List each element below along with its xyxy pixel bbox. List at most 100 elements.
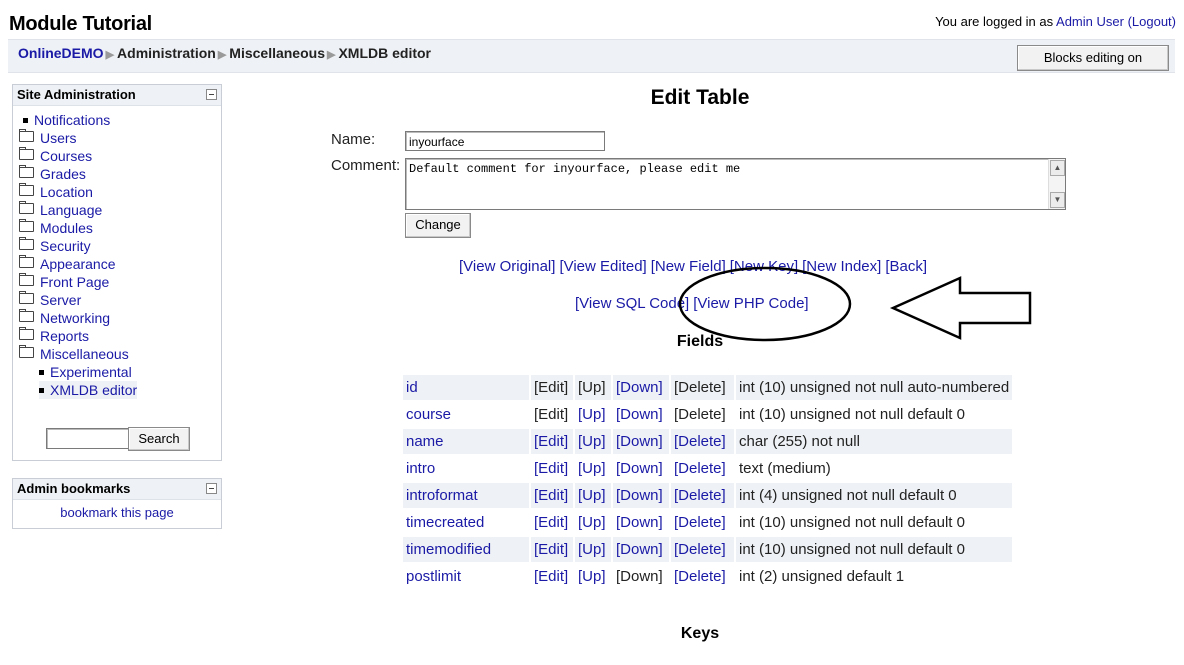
scroll-down-icon[interactable]: ▼ <box>1050 192 1065 208</box>
view-php-code-link[interactable]: [View PHP Code] <box>693 295 808 312</box>
field-name-link[interactable]: introformat <box>403 483 529 508</box>
up-link: [Up] <box>575 375 611 400</box>
sidebar-item-security[interactable]: Security <box>19 237 91 255</box>
up-link[interactable]: [Up] <box>575 537 611 562</box>
up-link[interactable]: [Up] <box>575 483 611 508</box>
down-link[interactable]: [Down] <box>613 537 669 562</box>
collapse-icon[interactable] <box>206 89 217 100</box>
edit-link: [Edit] <box>531 375 573 400</box>
comment-label: Comment: <box>331 157 401 174</box>
delete-link[interactable]: [Delete] <box>671 483 734 508</box>
sidebar-item-reports[interactable]: Reports <box>19 327 89 345</box>
field-description: int (4) unsigned not null default 0 <box>736 483 1013 508</box>
down-link[interactable]: [Down] <box>613 375 669 400</box>
delete-link[interactable]: [Delete] <box>671 456 734 481</box>
sidebar-item-label: XMLDB editor <box>50 382 138 398</box>
sidebar-item-users[interactable]: Users <box>19 129 77 147</box>
up-link[interactable]: [Up] <box>575 429 611 454</box>
up-link[interactable]: [Up] <box>575 510 611 535</box>
table-name-input[interactable]: inyourface <box>405 131 605 151</box>
field-name-link[interactable]: timemodified <box>403 537 529 562</box>
edit-link[interactable]: [Edit] <box>531 510 573 535</box>
sidebar-item-label: Language <box>40 202 103 218</box>
down-link[interactable]: [Down] <box>613 429 669 454</box>
breadcrumb-separator-icon: ▶ <box>105 49 115 61</box>
sidebar-item-label: Reports <box>40 328 90 344</box>
sidebar-item-language[interactable]: Language <box>19 201 102 219</box>
sidebar-item-location[interactable]: Location <box>19 183 93 201</box>
breadcrumb-administration[interactable]: Administration <box>117 45 216 61</box>
field-name-link[interactable]: id <box>403 375 529 400</box>
sidebar-item-label: Courses <box>40 148 93 164</box>
admin-bookmarks-header: Admin bookmarks <box>13 479 221 500</box>
new-key-link[interactable]: [New Key] <box>730 258 798 275</box>
sidebar-item-front-page[interactable]: Front Page <box>19 273 109 291</box>
edit-link[interactable]: [Edit] <box>531 429 573 454</box>
folder-icon <box>19 273 34 286</box>
delete-link[interactable]: [Delete] <box>671 429 734 454</box>
change-button[interactable]: Change <box>405 213 471 238</box>
delete-link[interactable]: [Delete] <box>671 510 734 535</box>
sidebar-item-networking[interactable]: Networking <box>19 309 110 327</box>
action-links-row: [View Original] [View Edited] [New Field][… <box>459 258 931 275</box>
admin-search-input[interactable] <box>46 428 132 449</box>
sidebar-item-label: Server <box>40 292 82 308</box>
bookmark-page-link[interactable]: bookmark this page <box>13 505 221 520</box>
admin-bookmarks-block: Admin bookmarks bookmark this page <box>12 478 222 529</box>
view-edited-link[interactable]: [View Edited] <box>559 258 646 275</box>
user-link[interactable]: Admin User <box>1056 14 1124 29</box>
breadcrumb-miscellaneous[interactable]: Miscellaneous <box>229 45 325 61</box>
comment-textarea[interactable]: Default comment for inyourface, please e… <box>405 158 1066 210</box>
sidebar-item-appearance[interactable]: Appearance <box>19 255 116 273</box>
sidebar-item-notifications[interactable]: Notifications <box>23 111 110 129</box>
down-link[interactable]: [Down] <box>613 483 669 508</box>
blocks-editing-button[interactable]: Blocks editing on <box>1017 45 1169 71</box>
up-link[interactable]: [Up] <box>575 402 611 427</box>
folder-icon <box>19 165 34 178</box>
site-administration-block: Site Administration Notifications Users Co… <box>12 84 222 461</box>
field-name-link[interactable]: name <box>403 429 529 454</box>
down-link[interactable]: [Down] <box>613 402 669 427</box>
breadcrumb-onlinedemo[interactable]: OnlineDEMO <box>18 45 104 61</box>
field-name-link[interactable]: course <box>403 402 529 427</box>
edit-link[interactable]: [Edit] <box>531 456 573 481</box>
sidebar-item-courses[interactable]: Courses <box>19 147 92 165</box>
sidebar-item-grades[interactable]: Grades <box>19 165 86 183</box>
admin-bookmarks-title: Admin bookmarks <box>17 481 131 496</box>
view-sql-code-link[interactable]: [View SQL Code] <box>575 295 689 312</box>
field-name-link[interactable]: intro <box>403 456 529 481</box>
sidebar-item-modules[interactable]: Modules <box>19 219 93 237</box>
scroll-up-icon[interactable]: ▲ <box>1050 160 1065 176</box>
view-original-link[interactable]: [View Original] <box>459 258 555 275</box>
folder-icon <box>19 291 34 304</box>
folder-icon <box>19 219 34 232</box>
sidebar-item-experimental[interactable]: Experimental <box>39 363 132 381</box>
edit-link[interactable]: [Edit] <box>531 537 573 562</box>
comment-scrollbar[interactable]: ▲ ▼ <box>1048 159 1065 209</box>
sidebar-item-xmldb-editor[interactable]: XMLDB editor <box>39 381 138 399</box>
breadcrumb: OnlineDEMO ▶ Administration ▶ Miscellaneous ▶… <box>18 45 431 61</box>
new-index-link[interactable]: [New Index] <box>802 258 881 275</box>
admin-search-button[interactable]: Search <box>128 427 190 451</box>
field-name-link[interactable]: postlimit <box>403 564 529 589</box>
sidebar-item-label: Experimental <box>50 364 132 380</box>
up-link[interactable]: [Up] <box>575 564 611 589</box>
logout-link[interactable]: (Logout) <box>1128 14 1176 29</box>
down-link[interactable]: [Down] <box>613 456 669 481</box>
sidebar-item-server[interactable]: Server <box>19 291 81 309</box>
edit-link[interactable]: [Edit] <box>531 483 573 508</box>
table-row: postlimit [Edit] [Up] [Down] [Delete] int (2)… <box>403 564 1012 589</box>
sidebar-item-miscellaneous[interactable]: Miscellaneous <box>19 345 129 363</box>
fields-heading: Fields <box>676 333 724 350</box>
sidebar-item-label: Location <box>40 184 93 200</box>
delete-link[interactable]: [Delete] <box>671 537 734 562</box>
collapse-icon[interactable] <box>206 483 217 494</box>
edit-link[interactable]: [Edit] <box>531 564 573 589</box>
sidebar-item-label: Appearance <box>40 256 116 272</box>
up-link[interactable]: [Up] <box>575 456 611 481</box>
down-link[interactable]: [Down] <box>613 510 669 535</box>
delete-link[interactable]: [Delete] <box>671 564 734 589</box>
new-field-link[interactable]: [New Field] <box>651 258 726 275</box>
back-link[interactable]: [Back] <box>885 258 927 275</box>
field-name-link[interactable]: timecreated <box>403 510 529 535</box>
